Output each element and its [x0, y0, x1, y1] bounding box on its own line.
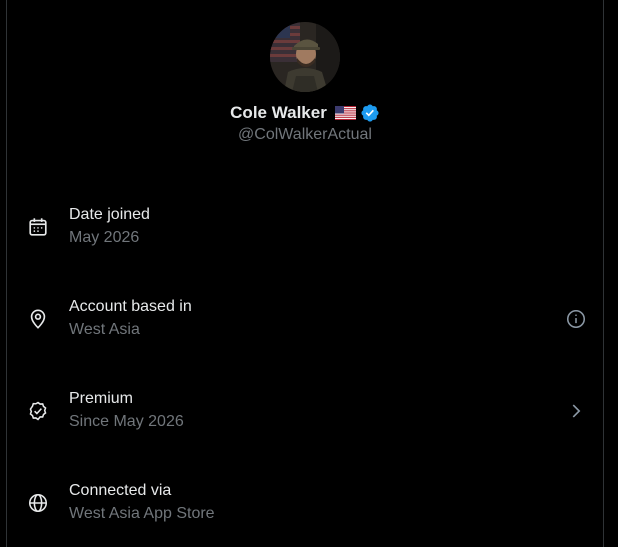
connected-via-row: Connected via West Asia App Store	[7, 473, 603, 533]
date-joined-row: Date joined May 2026	[7, 197, 603, 257]
connected-via-text: Connected via West Asia App Store	[69, 481, 215, 524]
avatar[interactable]	[270, 22, 340, 92]
row-title: Connected via	[69, 482, 172, 499]
row-subtitle: West Asia	[69, 321, 140, 338]
name-row: Cole Walker	[7, 102, 603, 124]
info-icon[interactable]	[565, 308, 587, 330]
display-name: Cole Walker	[230, 103, 327, 122]
account-based-in-row[interactable]: Account based in West Asia	[7, 289, 603, 349]
account-based-in-text: Account based in West Asia	[69, 297, 192, 340]
row-title: Date joined	[69, 206, 150, 223]
row-subtitle: West Asia App Store	[69, 505, 215, 522]
date-joined-text: Date joined May 2026	[69, 205, 150, 248]
row-title: Premium	[69, 390, 134, 407]
profile-header: Cole Walker @ColWalkerActual	[7, 22, 603, 144]
avatar-image	[270, 22, 340, 92]
verified-badge-icon[interactable]	[360, 103, 380, 123]
premium-text: Premium Since May 2026	[69, 389, 184, 432]
chevron-right-icon[interactable]	[565, 400, 587, 422]
row-subtitle: May 2026	[69, 229, 140, 246]
location-pin-icon	[27, 308, 49, 330]
user-handle: @ColWalkerActual	[238, 126, 372, 143]
us-flag-icon	[334, 106, 356, 120]
premium-row[interactable]: Premium Since May 2026	[7, 381, 603, 441]
about-account-panel: Cole Walker @ColWalkerActual Date joined…	[6, 0, 604, 547]
row-title: Account based in	[69, 298, 192, 315]
premium-badge-icon	[27, 400, 49, 422]
row-subtitle: Since May 2026	[69, 413, 184, 430]
calendar-icon	[27, 216, 49, 238]
globe-icon	[27, 492, 49, 514]
